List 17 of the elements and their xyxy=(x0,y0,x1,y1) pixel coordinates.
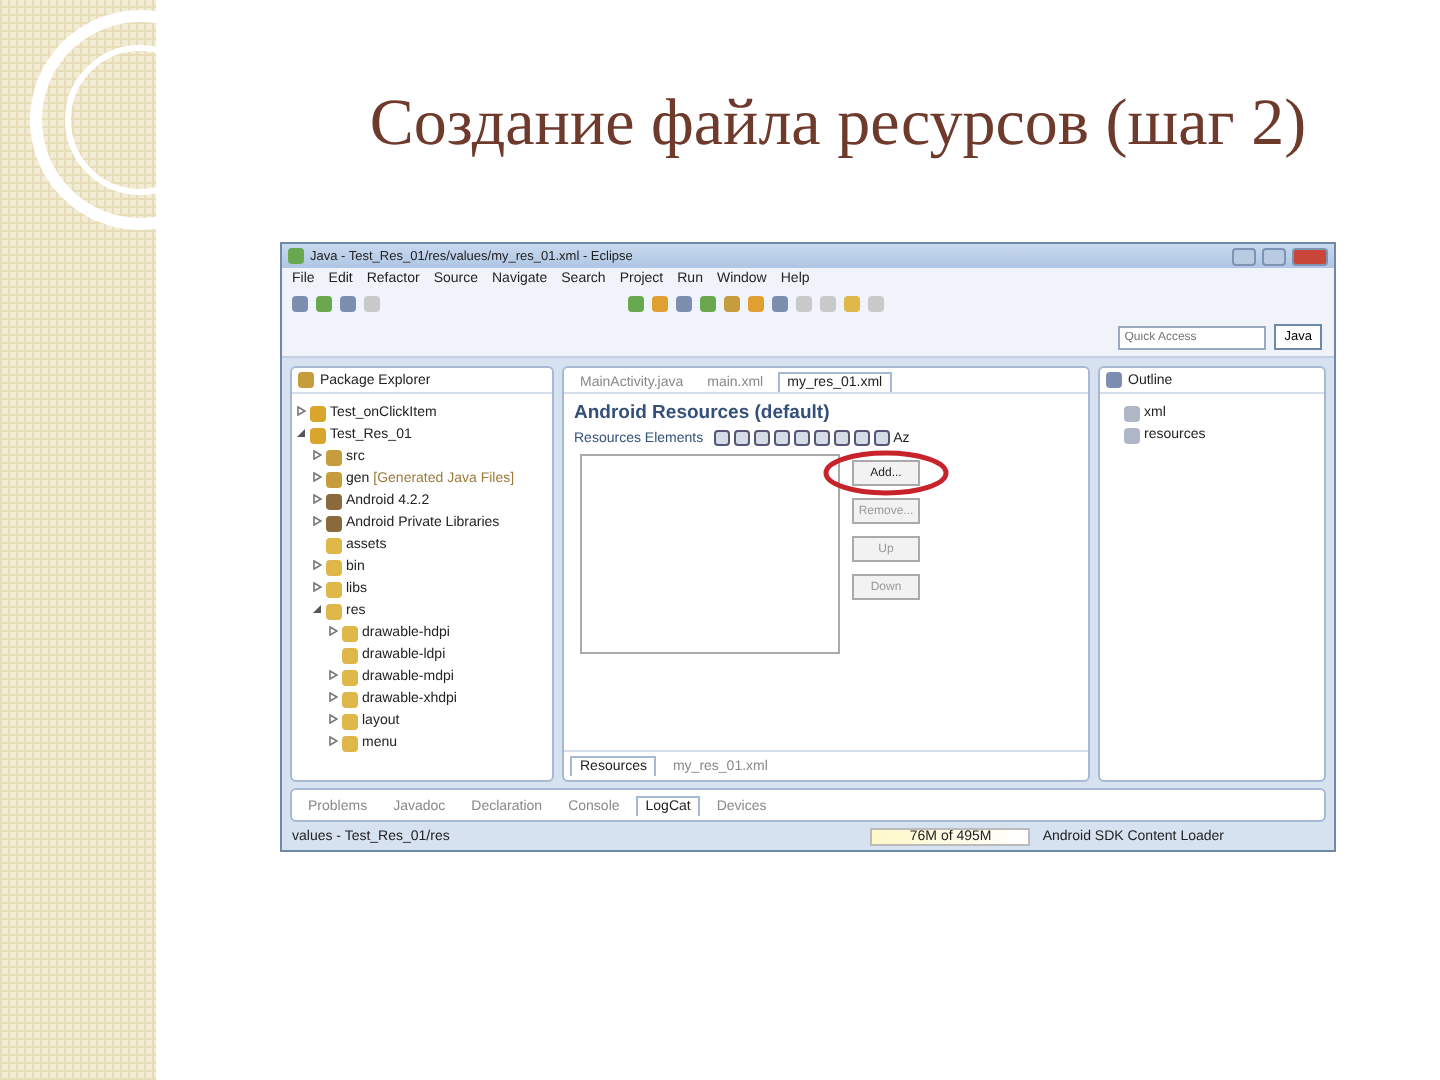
collapsed-arrow-icon[interactable] xyxy=(328,714,338,724)
editor-heading: Android Resources (default) xyxy=(572,400,832,428)
collapsed-arrow-icon[interactable] xyxy=(328,626,338,636)
collapsed-arrow-icon[interactable] xyxy=(328,670,338,680)
collapsed-arrow-icon[interactable] xyxy=(296,406,306,416)
collapsed-arrow-icon[interactable] xyxy=(312,516,322,526)
collapsed-arrow-icon[interactable] xyxy=(328,692,338,702)
expanded-arrow-icon[interactable] xyxy=(296,428,306,438)
collapsed-arrow-icon[interactable] xyxy=(312,494,322,504)
collapsed-arrow-icon[interactable] xyxy=(312,560,322,570)
collapsed-arrow-icon[interactable] xyxy=(312,472,322,482)
close-button[interactable] xyxy=(1292,247,1328,265)
slide-title: Создание файла ресурсов (шаг 2) xyxy=(369,88,1307,162)
collapsed-arrow-icon[interactable] xyxy=(312,582,322,592)
collapsed-arrow-icon[interactable] xyxy=(328,736,338,746)
expanded-arrow-icon[interactable] xyxy=(312,604,322,614)
collapsed-arrow-icon[interactable] xyxy=(312,450,322,460)
